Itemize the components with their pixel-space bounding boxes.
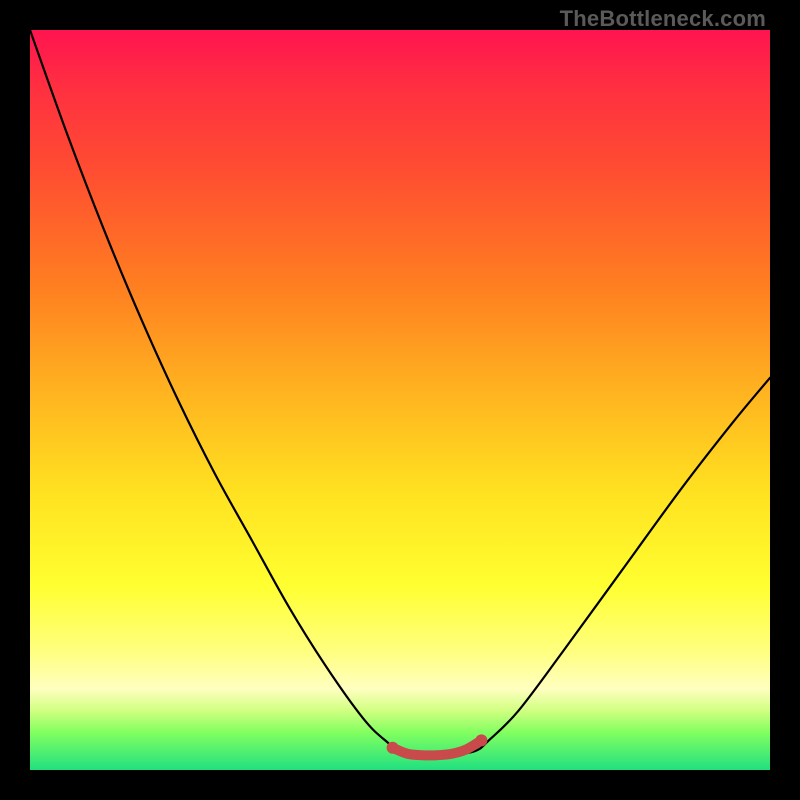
watermark-text: TheBottleneck.com	[560, 6, 766, 32]
marker-dot	[387, 742, 399, 754]
chart-container: TheBottleneck.com	[0, 0, 800, 800]
marker-band	[393, 740, 482, 755]
curve-line	[30, 30, 770, 756]
marker-dot	[475, 734, 487, 746]
plot-area	[30, 30, 770, 770]
chart-svg	[30, 30, 770, 770]
